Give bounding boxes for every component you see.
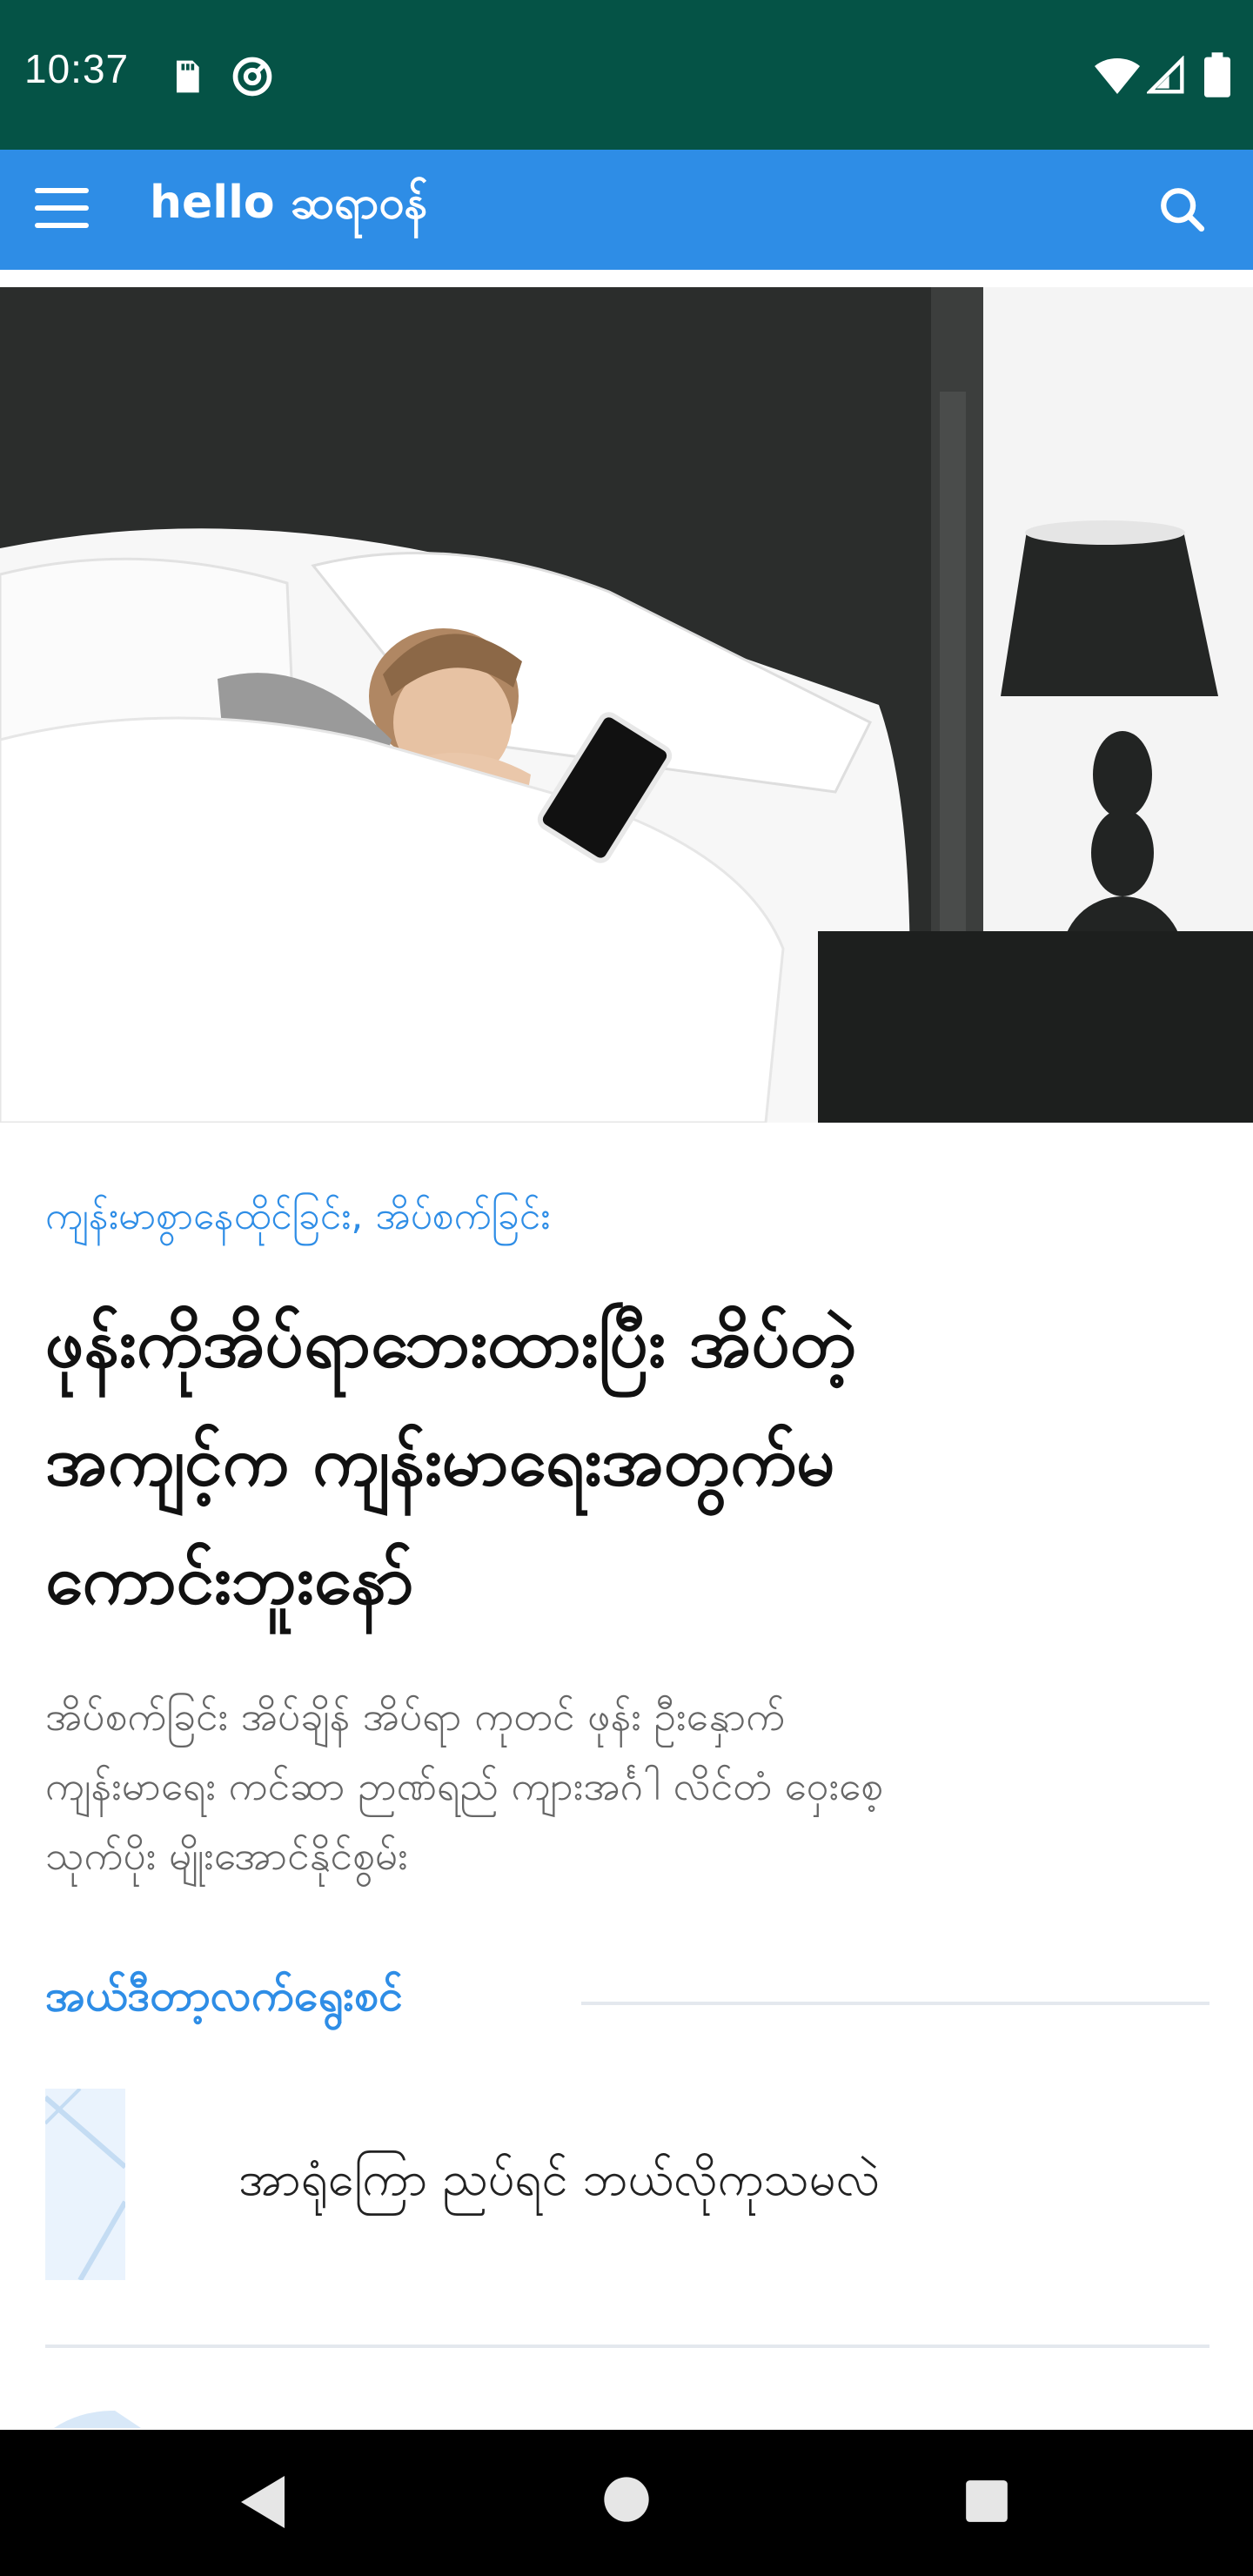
status-bar: 10:37	[0, 0, 1253, 150]
headline-line: အကျင့်က ကျန်းမာရေးအတွက်မ	[45, 1423, 835, 1501]
menu-icon[interactable]	[35, 188, 89, 231]
headline-line: ဖုန်းကိုအိပ်ရာဘေးထားပြီး အိပ်တဲ့	[45, 1305, 857, 1383]
article-tags: အိပ်စက်ခြင်း အိပ်ချိန် အိပ်ရာ ကုတင် ဖုန်…	[45, 1681, 1194, 1890]
search-icon[interactable]	[1157, 184, 1208, 235]
item-title: အာရုံကြော ညပ်ရင် ဘယ်လိုကုသမလဲ	[238, 2151, 881, 2206]
at-sign-icon	[232, 57, 272, 97]
article-category[interactable]: ကျန်းမာစွာနေထိုင်ခြင်း, အိပ်စက်ခြင်း	[45, 1192, 550, 1248]
recents-icon[interactable]	[964, 2479, 1009, 2524]
section-title: အယ်ဒီတာ့လက်ရွေးစင်	[45, 1970, 403, 2021]
brand-logo[interactable]: hello ဆရာဝန်	[150, 174, 427, 240]
status-time: 10:37	[24, 46, 130, 91]
navigation-bar	[0, 2430, 1253, 2576]
list-divider	[45, 2345, 1209, 2348]
partial-list-item[interactable]	[45, 2402, 1209, 2428]
tags-line: သုက်ပိုး မျိုးအောင်နိုင်စွမ်း	[45, 1832, 408, 1879]
tags-line: အိပ်စက်ခြင်း အိပ်ချိန် အိပ်ရာ ကုတင် ဖုန်…	[45, 1693, 786, 1740]
wifi-icon	[1095, 58, 1140, 94]
hero-image[interactable]	[0, 287, 1253, 1123]
battery-icon	[1204, 52, 1230, 97]
article-headline[interactable]: ဖုန်းကိုအိပ်ရာဘေးထားပြီး အိပ်တဲ့ အကျင့်က…	[45, 1285, 1211, 1640]
home-icon[interactable]	[602, 2475, 651, 2524]
tags-line: ကျန်းမာရေး ကင်ဆာ ဉာဏ်ရည် ကျားအင်္ဂါ လိင်…	[45, 1762, 884, 1809]
list-item[interactable]: အာရုံကြော ညပ်ရင် ဘယ်လိုကုသမလဲ	[45, 2089, 1209, 2280]
signal-icon	[1147, 56, 1184, 94]
sd-card-icon	[177, 60, 199, 93]
item-thumbnail	[45, 2089, 125, 2280]
app-bar: hello ဆရာဝန်	[0, 150, 1253, 270]
section-divider	[581, 2002, 1209, 2005]
back-icon[interactable]	[237, 2472, 289, 2532]
headline-line: ကောင်းဘူးနော်	[45, 1541, 414, 1620]
